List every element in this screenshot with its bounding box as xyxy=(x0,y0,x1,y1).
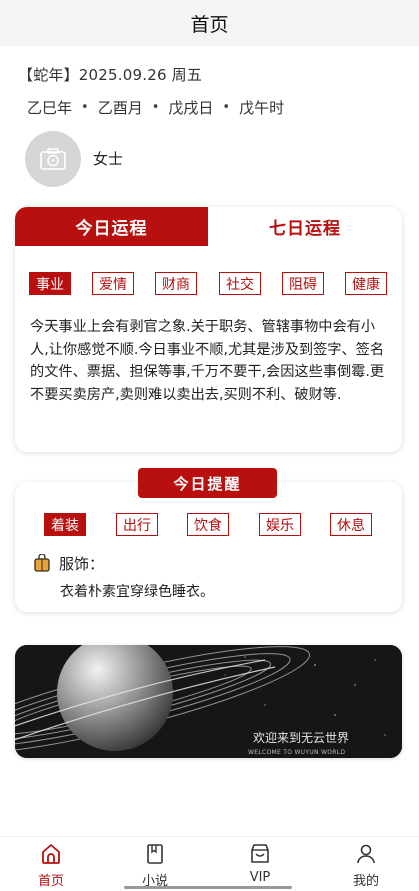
bottom-tabbar: 首页 小说 VIP 我的 xyxy=(0,836,419,891)
ganzhi-separator: • xyxy=(81,100,89,115)
vip-shop-icon xyxy=(251,844,269,863)
category-career[interactable]: 事业 xyxy=(29,272,71,295)
book-icon xyxy=(147,844,163,864)
camera-icon xyxy=(40,148,66,170)
ganzhi-line: 乙巳年 • 乙酉月 • 戊戌日 • 戊午时 xyxy=(27,97,284,118)
tab-seven-day-fortune[interactable]: 七日运程 xyxy=(208,207,402,246)
reminder-travel[interactable]: 出行 xyxy=(116,513,158,536)
tabbar-label-vip: VIP xyxy=(249,870,271,885)
tab-today-fortune[interactable]: 今日运程 xyxy=(15,207,208,246)
user-icon xyxy=(357,844,375,864)
reminder-diet[interactable]: 饮食 xyxy=(187,513,229,536)
ganzhi-month: 乙酉月 xyxy=(97,99,143,117)
reminder-entertainment[interactable]: 娱乐 xyxy=(259,513,301,536)
category-social[interactable]: 社交 xyxy=(219,272,261,295)
tabbar-item-novel[interactable]: 小说 xyxy=(120,837,190,891)
clothing-icon xyxy=(34,554,50,572)
home-icon xyxy=(42,844,60,864)
tabbar-item-home[interactable]: 首页 xyxy=(16,837,86,891)
fortune-description: 今天事业上会有剥官之象.关于职务、管辖事物中会有小人,让你感觉不顺.今日事业不顺… xyxy=(30,319,385,403)
reminder-rest[interactable]: 休息 xyxy=(330,513,372,536)
top-header: 首页 xyxy=(0,0,419,46)
reminder-item-label: 服饰： xyxy=(59,555,105,573)
reminder-title: 今日提醒 xyxy=(138,468,277,498)
ganzhi-day: 戊戌日 xyxy=(168,99,214,117)
avatar[interactable] xyxy=(25,131,81,187)
category-love[interactable]: 爱情 xyxy=(92,272,134,295)
reminder-dress[interactable]: 着装 xyxy=(44,513,86,536)
ganzhi-year: 乙巳年 xyxy=(27,99,73,117)
banner-subtitle: WELCOME TO WUYUN WORLD xyxy=(248,749,346,756)
tabbar-label-home: 首页 xyxy=(37,874,64,889)
banner-title: 欢迎来到无云世界 xyxy=(253,731,350,745)
reminder-item-text: 衣着朴素宜穿绿色睡衣。 xyxy=(60,584,214,600)
date-line: 【蛇年】2025.09.26 周五 xyxy=(18,66,203,84)
ganzhi-separator: • xyxy=(151,100,160,115)
reminder-card: 着装 出行 饮食 娱乐 休息 服饰： 衣着朴素宜穿绿色睡衣。 xyxy=(15,482,402,612)
fortune-card: 今日运程 七日运程 事业 爱情 财商 社交 阻碍 健康 今天事业上会有剥官之象.… xyxy=(15,207,402,452)
ganzhi-separator: • xyxy=(222,100,231,115)
category-wealth[interactable]: 财商 xyxy=(155,272,197,295)
tabbar-item-vip[interactable]: VIP xyxy=(225,837,295,891)
ganzhi-hour: 戊午时 xyxy=(239,99,285,117)
user-name[interactable]: 女士 xyxy=(93,148,123,169)
tabbar-item-mine[interactable]: 我的 xyxy=(331,837,401,891)
home-page: 【蛇年】2025.09.26 周五 乙巳年 • 乙酉月 • 戊戌日 • 戊午时 … xyxy=(0,46,419,836)
promo-banner[interactable]: 欢迎来到无云世界 WELCOME TO WUYUN WORLD xyxy=(15,645,402,758)
tabbar-label-mine: 我的 xyxy=(352,874,379,889)
page-title: 首页 xyxy=(190,13,229,36)
home-indicator xyxy=(124,886,292,889)
category-obstacle[interactable]: 阻碍 xyxy=(282,272,324,295)
category-health[interactable]: 健康 xyxy=(345,272,387,295)
